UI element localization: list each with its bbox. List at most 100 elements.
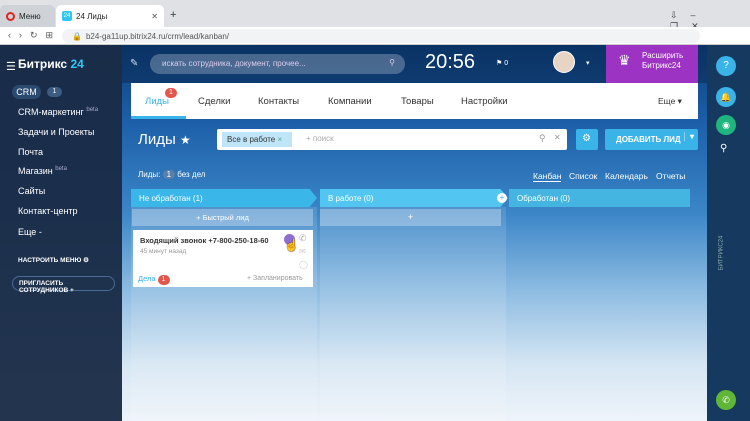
browser-tab-menu[interactable]: Меню	[0, 5, 55, 27]
tab-more[interactable]: Еще ▾	[658, 96, 682, 107]
leads-counter: Лиды: 1 без дел	[138, 170, 205, 179]
view-reports[interactable]: Отчеты	[656, 171, 685, 181]
sidebar-item-mail[interactable]: Почта	[18, 147, 43, 157]
view-calendar[interactable]: Календарь	[605, 171, 648, 181]
add-lead-button[interactable]: ДОБАВИТЬ ЛИД ▾	[605, 129, 698, 150]
tab-companies[interactable]: Компании	[328, 96, 372, 107]
browser-tab-label: 24 Лиды	[76, 11, 108, 21]
tab-deals[interactable]: Сделки	[198, 96, 230, 107]
expand-bitrix-button[interactable]: ♛ Расширить Битрикс24	[606, 45, 698, 83]
vertical-label: БИТРИКС24	[718, 235, 725, 271]
chevron-down-icon[interactable]: ▾	[586, 59, 590, 67]
invite-label: ПРИГЛАСИТЬ СОТРУДНИКОВ	[19, 280, 69, 294]
tab-contacts[interactable]: Контакты	[258, 96, 299, 107]
tab-products[interactable]: Товары	[401, 96, 434, 107]
phone-icon[interactable]: ✆	[299, 233, 307, 244]
phone-icon[interactable]: ✆	[716, 390, 736, 410]
flag-count: 0	[504, 60, 509, 67]
deals-count: 1	[157, 275, 170, 285]
nav-buttons-icon[interactable]: ‹›↻⊞	[8, 30, 61, 41]
add-lead-label: ДОБАВИТЬ ЛИД	[616, 135, 681, 144]
filter-chip[interactable]: Все в работе ×	[222, 132, 292, 147]
column-header-in-work[interactable]: В работе (0)	[320, 189, 508, 207]
page-title: Лиды ★	[138, 131, 191, 148]
sidebar-item-contact-center[interactable]: Контакт-центр	[18, 206, 78, 216]
sidebar-item-more[interactable]: Еще -	[18, 227, 42, 237]
plan-link[interactable]: + Запланировать	[247, 275, 303, 282]
chat-icon[interactable]: ◯	[299, 260, 308, 269]
view-kanban[interactable]: Канбан	[533, 171, 562, 182]
sidebar-item-sites[interactable]: Сайты	[18, 186, 45, 196]
filter-search-placeholder: + поиск	[306, 134, 334, 143]
sidebar-item-label: CRM-маркетинг	[18, 107, 84, 117]
settings-button[interactable]: ⚙	[576, 129, 598, 150]
bitrix-favicon-icon: 24	[62, 11, 72, 21]
column-title: Не обработан	[139, 194, 191, 203]
tab-leads[interactable]: Лиды	[145, 96, 169, 107]
star-icon[interactable]: ★	[180, 133, 191, 147]
bell-icon[interactable]: 🔔	[716, 87, 736, 107]
column-header-new[interactable]: Не обработан (1)	[131, 189, 317, 207]
url-field[interactable]: 🔒 b24-ga11up.bitrix24.ru/crm/lead/kanban…	[62, 29, 700, 43]
column-header-processed[interactable]: Обработан (0)	[509, 189, 690, 207]
expand-line2: Битрикс24	[642, 61, 681, 70]
add-column-button[interactable]: +	[497, 193, 507, 203]
new-tab-button[interactable]: +	[170, 9, 176, 21]
lead-title[interactable]: Входящий звонок +7-800-250-18-60	[140, 236, 269, 245]
search-icon: ⚲	[389, 58, 395, 67]
leads-counter-count: 1	[162, 170, 176, 179]
expand-line1: Расширить	[642, 51, 684, 60]
gear-icon: ⚙	[83, 257, 89, 264]
tab-settings[interactable]: Настройки	[461, 96, 508, 107]
flag-icon: ⚑	[496, 60, 503, 67]
address-bar-row: ‹›↻⊞ 🔒 b24-ga11up.bitrix24.ru/crm/lead/k…	[0, 27, 750, 45]
close-tab-icon[interactable]: ✕	[151, 12, 158, 21]
crm-count-badge: 1	[47, 87, 62, 97]
beta-label: beta	[86, 107, 99, 113]
opera-icon	[6, 11, 15, 21]
search-icon[interactable]: ⚲	[720, 143, 727, 154]
clear-icon[interactable]: ✕	[554, 133, 561, 142]
avatar[interactable]	[553, 51, 575, 73]
quick-lead-button[interactable]: + Быстрый лид	[132, 209, 313, 226]
view-list[interactable]: Список	[569, 171, 597, 181]
logo[interactable]: Битрикс 24	[18, 57, 84, 71]
active-tab-underline	[131, 116, 186, 119]
browser-tab-leads[interactable]: 24 24 Лиды ✕	[56, 5, 164, 27]
setup-menu-link[interactable]: НАСТРОИТЬ МЕНЮ ⚙	[18, 256, 89, 264]
help-icon[interactable]: ?	[716, 56, 736, 76]
deals-link[interactable]: Дела 1	[138, 274, 170, 285]
chat-icon[interactable]: ◉	[716, 115, 736, 135]
column-title: В работе	[328, 194, 362, 203]
column-count: (0)	[560, 194, 571, 203]
search-placeholder: искать сотрудника, документ, прочее...	[162, 59, 306, 68]
sidebar-item-shop[interactable]: Магазин beta	[18, 166, 67, 176]
column-count: (1)	[192, 194, 203, 203]
search-input[interactable]: искать сотрудника, документ, прочее... ⚲	[150, 54, 405, 74]
browser-tab-label: Меню	[19, 11, 41, 21]
sidebar-item-crm-marketing[interactable]: CRM-маркетинг beta	[18, 107, 98, 117]
sidebar-item-crm[interactable]: CRM	[12, 85, 41, 99]
pencil-icon[interactable]: ✎	[130, 58, 138, 69]
close-icon[interactable]: ×	[278, 135, 283, 144]
page-title-text: Лиды	[138, 131, 176, 148]
lead-time: 45 минут назад	[140, 248, 187, 255]
search-icon: ⚲	[539, 133, 546, 143]
crown-icon: ♛	[618, 52, 631, 68]
logo-number: 24	[70, 57, 84, 71]
gear-icon: ⚙	[582, 133, 591, 144]
invite-button[interactable]: ПРИГЛАСИТЬ СОТРУДНИКОВ +	[12, 276, 115, 294]
leads-counter-nodeals: без дел	[177, 170, 206, 179]
hamburger-icon[interactable]: ☰	[6, 60, 16, 73]
setup-menu-label: НАСТРОИТЬ МЕНЮ	[18, 257, 82, 264]
mail-icon[interactable]: ✉	[299, 247, 306, 256]
flag-counter[interactable]: ⚑ 0	[496, 59, 508, 67]
add-card-button[interactable]: +	[320, 209, 501, 226]
url-text: b24-ga11up.bitrix24.ru/crm/lead/kanban/	[85, 31, 230, 41]
chevron-down-icon[interactable]: ▾	[684, 132, 694, 141]
logo-text: Битрикс	[18, 57, 68, 71]
sidebar-item-tasks[interactable]: Задачи и Проекты	[18, 127, 94, 137]
tab-more-label: Еще	[658, 96, 676, 106]
leads-counter-label: Лиды:	[138, 170, 161, 179]
column-in-work	[320, 207, 506, 421]
